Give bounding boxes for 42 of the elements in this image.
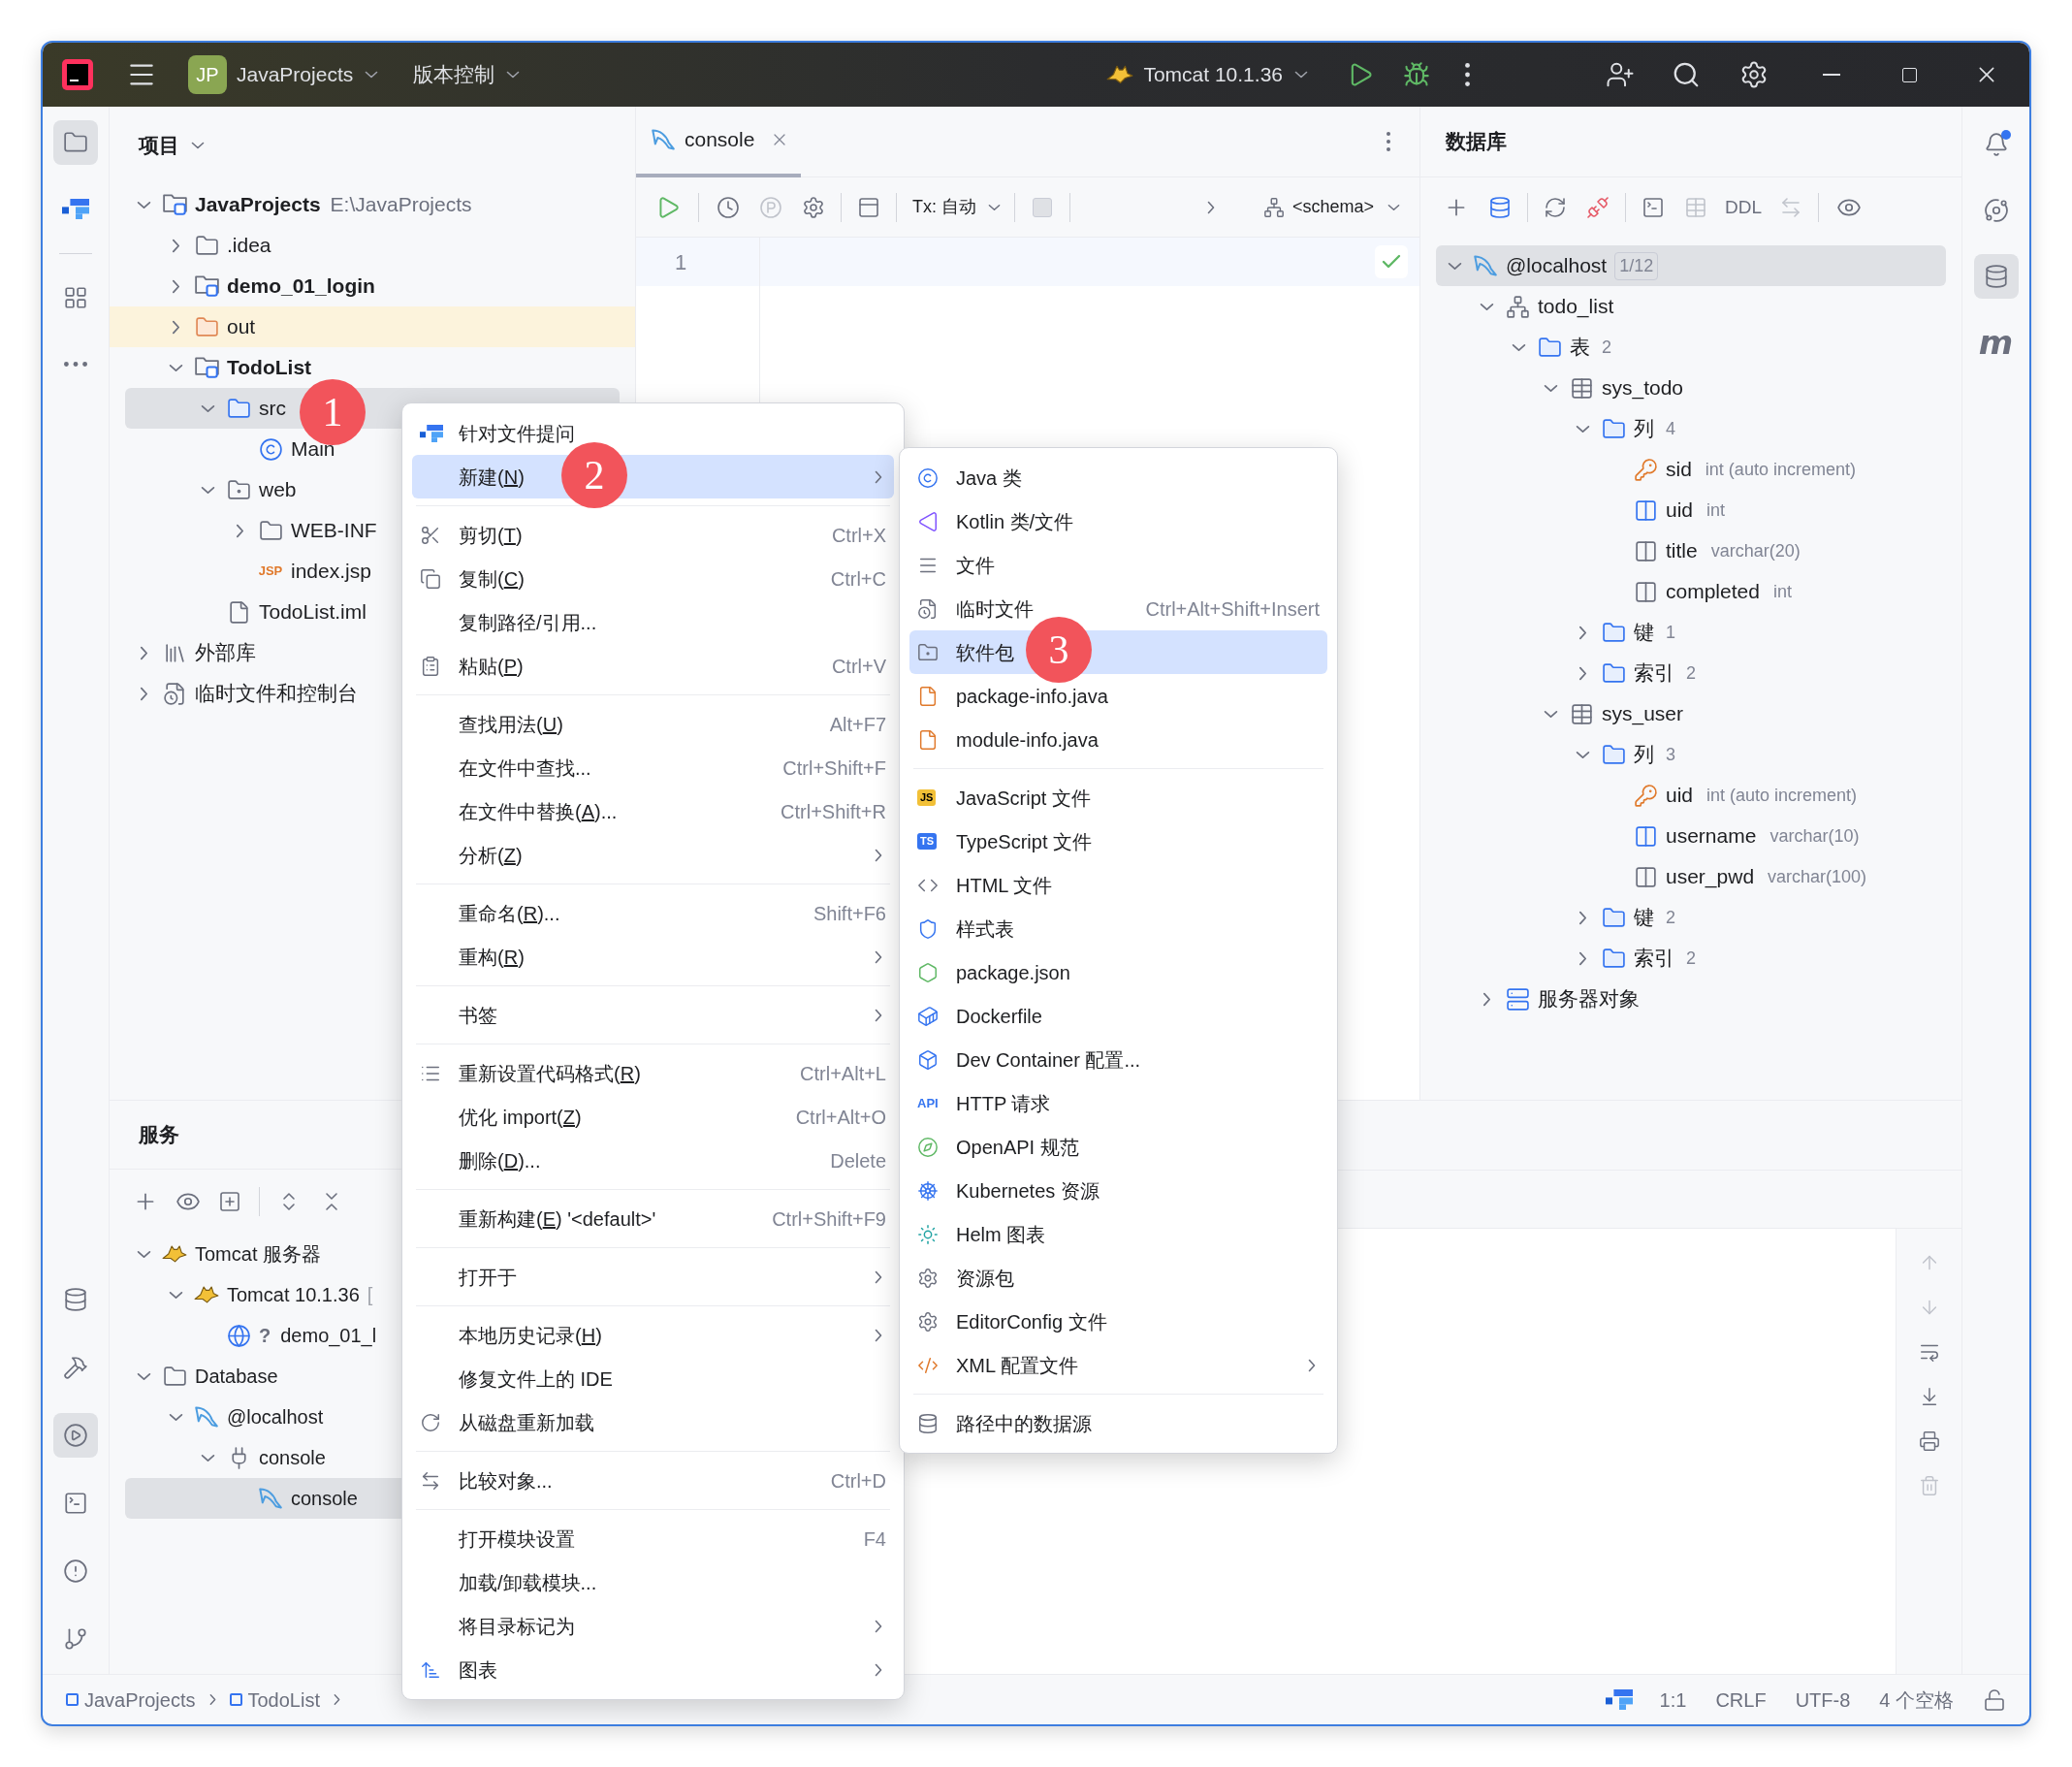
type-text: int (auto increment) <box>1706 784 1858 807</box>
letter-label: m <box>1978 326 2014 359</box>
project-badge: JP <box>188 55 227 94</box>
count-text: 2 <box>1666 906 1675 929</box>
shortcut-text: Delete <box>830 1148 886 1173</box>
count-text: 4 <box>1666 417 1675 440</box>
shortcut-text: Ctrl+Shift+F9 <box>772 1206 886 1232</box>
count-badge: 1/12 <box>1614 251 1659 280</box>
count-text: 2 <box>1686 947 1696 970</box>
line-number: 1 <box>636 238 759 286</box>
shortcut-text: F4 <box>863 1526 886 1552</box>
count-text: 2 <box>1686 661 1696 685</box>
shortcut-text: Ctrl+Alt+Shift+Insert <box>1145 596 1320 622</box>
file-type-label: JSP <box>258 562 283 581</box>
path-text: E:\JavaProjects <box>330 192 472 218</box>
file-type-label: TS <box>917 833 938 850</box>
shortcut-text: Ctrl+Shift+R <box>781 799 886 824</box>
count-text: 1 <box>1666 621 1675 644</box>
type-text: int <box>1772 580 1792 603</box>
status-suffix: [ <box>367 1283 373 1307</box>
shortcut-text: Alt+F7 <box>829 712 886 737</box>
shortcut-text: Ctrl+D <box>830 1468 886 1494</box>
shortcut-text: Ctrl+X <box>831 523 886 548</box>
shortcut-text: Ctrl+Alt+L <box>800 1061 886 1086</box>
count-text: 2 <box>1602 336 1611 359</box>
panel-title: 数据库 <box>1446 129 1507 155</box>
type-text: int <box>1706 498 1726 522</box>
shortcut-text: Ctrl+Alt+O <box>795 1105 886 1130</box>
type-text: varchar(100) <box>1768 865 1867 888</box>
file-type-label: API <box>917 1094 939 1112</box>
shortcut-text: Shift+F6 <box>813 901 886 926</box>
type-text: varchar(20) <box>1710 539 1801 562</box>
status-mark: ? <box>259 1324 271 1348</box>
type-text: varchar(10) <box>1769 824 1860 848</box>
shortcut-text: Ctrl+Shift+F <box>782 755 886 781</box>
type-text: int (auto increment) <box>1705 458 1856 481</box>
shortcut-text: Ctrl+V <box>831 654 886 679</box>
panel-title: 服务 <box>139 1122 179 1148</box>
file-type-label: JS <box>917 789 937 806</box>
count-text: 3 <box>1666 743 1675 766</box>
shortcut-text: Ctrl+C <box>830 566 886 592</box>
panel-title: 项目 <box>139 133 179 159</box>
